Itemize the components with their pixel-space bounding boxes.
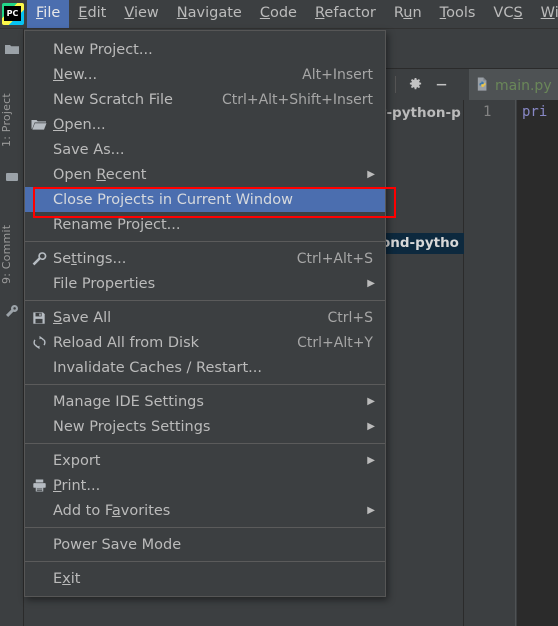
menu-item-open[interactable]: Open... (25, 112, 385, 137)
folder-icon (25, 118, 53, 132)
toolbar-separator (395, 76, 396, 93)
menu-navigate[interactable]: Navigate (168, 0, 251, 28)
refresh-icon (25, 335, 53, 350)
menu-view[interactable]: View (115, 0, 167, 28)
menu-item-save-all[interactable]: Save All Ctrl+S (25, 305, 385, 330)
code-line-1: pri (522, 104, 548, 120)
save-icon (25, 311, 53, 325)
left-tool-strip: 1: Project 9: Commit (0, 29, 24, 626)
menu-separator-6 (25, 561, 385, 562)
folder-strip-icon[interactable] (4, 41, 20, 57)
menu-item-new-scratch-file[interactable]: New Scratch File Ctrl+Alt+Shift+Insert (25, 87, 385, 112)
menu-item-close-projects-in-current-window[interactable]: Close Projects in Current Window (25, 187, 385, 212)
submenu-arrow-icon: ▶ (367, 395, 375, 407)
menu-item-new-project[interactable]: New Project... (25, 37, 385, 62)
menu-item-add-to-favorites[interactable]: Add to Favorites ▶ (25, 498, 385, 523)
menu-code[interactable]: Code (251, 0, 306, 28)
menu-item-reload-all-from-disk[interactable]: Reload All from Disk Ctrl+Alt+Y (25, 330, 385, 355)
menu-item-new[interactable]: New... Alt+Insert (25, 62, 385, 87)
menu-window[interactable]: Wind (532, 0, 558, 28)
sidebar-tab-commit[interactable]: 9: Commit (0, 217, 24, 291)
submenu-arrow-icon: ▶ (367, 504, 375, 516)
menu-item-rename-project[interactable]: Rename Project... (25, 212, 385, 237)
accel-reload-all-from-disk: Ctrl+Alt+Y (297, 334, 373, 351)
accel-save-all: Ctrl+S (327, 309, 373, 326)
menu-item-exit[interactable]: Exit (25, 566, 385, 591)
menu-bar: File Edit View Navigate Code Refactor Ru… (0, 0, 558, 29)
editor-code-area[interactable]: pri (517, 100, 558, 626)
menu-separator-1 (25, 241, 385, 242)
menu-item-settings[interactable]: Settings... Ctrl+Alt+S (25, 246, 385, 271)
python-file-icon (475, 76, 490, 96)
accel-new: Alt+Insert (302, 66, 373, 83)
menu-item-new-projects-settings[interactable]: New Projects Settings ▶ (25, 414, 385, 439)
sidebar-tab-project[interactable]: 1: Project (0, 81, 24, 159)
menu-item-power-save-mode[interactable]: Power Save Mode (25, 532, 385, 557)
minimize-icon[interactable] (428, 72, 454, 98)
editor-tab-main-py[interactable]: main.py (469, 69, 558, 100)
printer-icon (25, 478, 53, 493)
menu-separator-4 (25, 443, 385, 444)
menu-item-file-properties[interactable]: File Properties ▶ (25, 271, 385, 296)
wrench-strip-icon[interactable] (4, 303, 20, 319)
menu-file[interactable]: File (27, 0, 70, 28)
menu-item-save-as[interactable]: Save As... (25, 137, 385, 162)
wrench-icon (25, 251, 53, 267)
submenu-arrow-icon: ▶ (367, 454, 375, 466)
submenu-arrow-icon: ▶ (367, 420, 375, 432)
menu-file-rest: ile (43, 5, 61, 21)
file-menu-dropdown: New Project... New... Alt+Insert New Scr… (24, 30, 386, 597)
accel-settings: Ctrl+Alt+S (296, 250, 373, 267)
menu-separator-3 (25, 384, 385, 385)
menu-item-print[interactable]: Print... (25, 473, 385, 498)
editor-tab-label: main.py (495, 77, 552, 94)
menu-item-open-recent[interactable]: Open Recent ▶ (25, 162, 385, 187)
project-tree-item-0[interactable]: t-python-p (380, 105, 461, 121)
menu-item-export[interactable]: Export ▶ (25, 448, 385, 473)
gear-icon[interactable] (402, 72, 428, 98)
editor-gutter: 1 (469, 100, 516, 626)
menu-item-invalidate-caches-restart[interactable]: Invalidate Caches / Restart... (25, 355, 385, 380)
menu-vcs[interactable]: VCS (484, 0, 531, 28)
menu-refactor[interactable]: Refactor (306, 0, 385, 28)
gutter-line-number: 1 (483, 104, 492, 120)
menu-separator-5 (25, 527, 385, 528)
menu-edit[interactable]: Edit (69, 0, 115, 28)
pycharm-logo-icon (2, 3, 24, 25)
menu-separator-2 (25, 300, 385, 301)
submenu-arrow-icon: ▶ (367, 277, 375, 289)
accel-new-scratch-file: Ctrl+Alt+Shift+Insert (221, 91, 373, 108)
menu-run[interactable]: Run (385, 0, 431, 28)
project-tree-item-1[interactable]: ond-pytho (381, 233, 464, 254)
menu-item-manage-ide-settings[interactable]: Manage IDE Settings ▶ (25, 389, 385, 414)
menu-tools[interactable]: Tools (431, 0, 485, 28)
project-editor-divider (463, 100, 464, 626)
structure-strip-icon[interactable] (4, 169, 20, 185)
submenu-arrow-icon: ▶ (367, 168, 375, 180)
pycharm-window: main.py t-python-p ond-pytho 1 pri 1: Pr… (0, 0, 558, 626)
